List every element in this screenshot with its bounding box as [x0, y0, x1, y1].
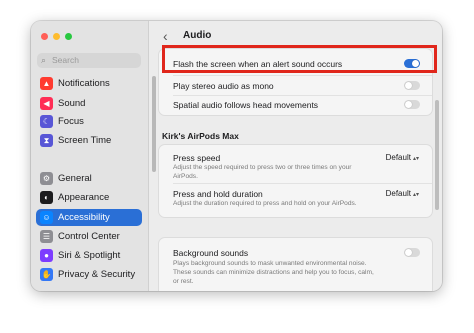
highlight-box [162, 45, 437, 73]
speaker-icon: ◀ [40, 97, 53, 110]
sidebar-item-privacy-security[interactable]: ✋ Privacy & Security [36, 266, 142, 283]
sidebar-item-siri-spotlight[interactable]: ● Siri & Spotlight [36, 247, 142, 264]
airpods-card: Press speed Adjust the speed required to… [158, 144, 433, 218]
appearance-icon: ◐ [40, 191, 53, 204]
mono-audio-label: Play stereo audio as mono [173, 81, 274, 91]
airpods-heading: Kirk's AirPods Max [162, 131, 239, 141]
sidebar-item-label: General [58, 173, 92, 184]
press-hold-select[interactable]: Default ▴▾ [386, 189, 419, 200]
press-hold-description: Adjust the duration required to press an… [173, 200, 357, 207]
sidebar-scrollbar[interactable] [152, 76, 156, 172]
sidebar-item-label: Control Center [58, 231, 120, 242]
close-window-button[interactable] [41, 33, 48, 40]
chevron-updown-icon: ▴▾ [412, 192, 419, 198]
gear-icon: ⚙ [40, 172, 53, 185]
sidebar-item-label: Notifications [58, 78, 110, 89]
sidebar-item-label: Screen Time [58, 135, 112, 146]
moon-icon: ☾ [40, 115, 53, 128]
press-speed-select[interactable]: Default ▴▾ [386, 153, 419, 164]
hand-icon: ✋ [40, 268, 53, 281]
divider [173, 95, 432, 96]
divider [173, 75, 432, 76]
background-sounds-toggle[interactable] [404, 248, 420, 257]
sidebar-item-sound[interactable]: ◀ Sound [36, 95, 142, 112]
search-input[interactable]: ⌕ Search [37, 53, 141, 68]
page-title: Audio [183, 30, 212, 41]
press-hold-label: Press and hold duration [173, 189, 263, 199]
hourglass-icon: ⧗ [40, 134, 53, 147]
press-speed-label: Press speed [173, 153, 221, 163]
bell-icon: ▲ [40, 77, 53, 90]
sidebar-item-label: Privacy & Security [58, 269, 136, 280]
sidebar-item-appearance[interactable]: ◐ Appearance [36, 189, 142, 206]
minimize-window-button[interactable] [53, 33, 60, 40]
sidebar-item-screen-time[interactable]: ⧗ Screen Time [36, 132, 142, 149]
background-sounds-description: Plays background sounds to mask unwanted… [173, 260, 374, 285]
back-button[interactable]: ‹ [163, 29, 168, 43]
sidebar-item-notifications[interactable]: ▲ Notifications [36, 75, 142, 92]
press-hold-value: Default [385, 189, 411, 198]
control-center-icon: ☰ [40, 230, 53, 243]
sidebar-item-label: Sound [58, 98, 86, 109]
sidebar-item-label: Accessibility [58, 212, 110, 223]
siri-icon: ● [40, 249, 53, 262]
chevron-updown-icon: ▴▾ [412, 156, 419, 162]
divider [173, 183, 432, 184]
spatial-audio-toggle[interactable] [404, 100, 420, 109]
sidebar-item-general[interactable]: ⚙ General [36, 170, 142, 187]
search-icon: ⌕ [41, 55, 47, 65]
sidebar: ⌕ Search ▲ Notifications ◀ Sound ☾ Focus ⧗ Scre… [31, 21, 149, 291]
sidebar-item-label: Siri & Spotlight [58, 250, 121, 261]
background-sounds-card: Background sounds Plays background sound… [158, 237, 433, 291]
accessibility-icon: ☺ [40, 211, 53, 224]
background-sounds-label: Background sounds [173, 248, 249, 258]
search-placeholder: Search [52, 55, 79, 65]
sidebar-item-focus[interactable]: ☾ Focus [36, 113, 142, 130]
sidebar-item-label: Focus [58, 116, 84, 127]
sidebar-item-label: Appearance [58, 192, 110, 203]
press-speed-description: Adjust the speed required to press two o… [173, 164, 352, 180]
press-speed-value: Default [385, 153, 411, 162]
content-scrollbar[interactable] [435, 100, 439, 210]
sidebar-item-accessibility[interactable]: ☺ Accessibility [36, 209, 142, 226]
mono-audio-toggle[interactable] [404, 81, 420, 90]
spatial-audio-label: Spatial audio follows head movements [173, 100, 319, 110]
sidebar-item-control-center[interactable]: ☰ Control Center [36, 228, 142, 245]
zoom-window-button[interactable] [65, 33, 72, 40]
